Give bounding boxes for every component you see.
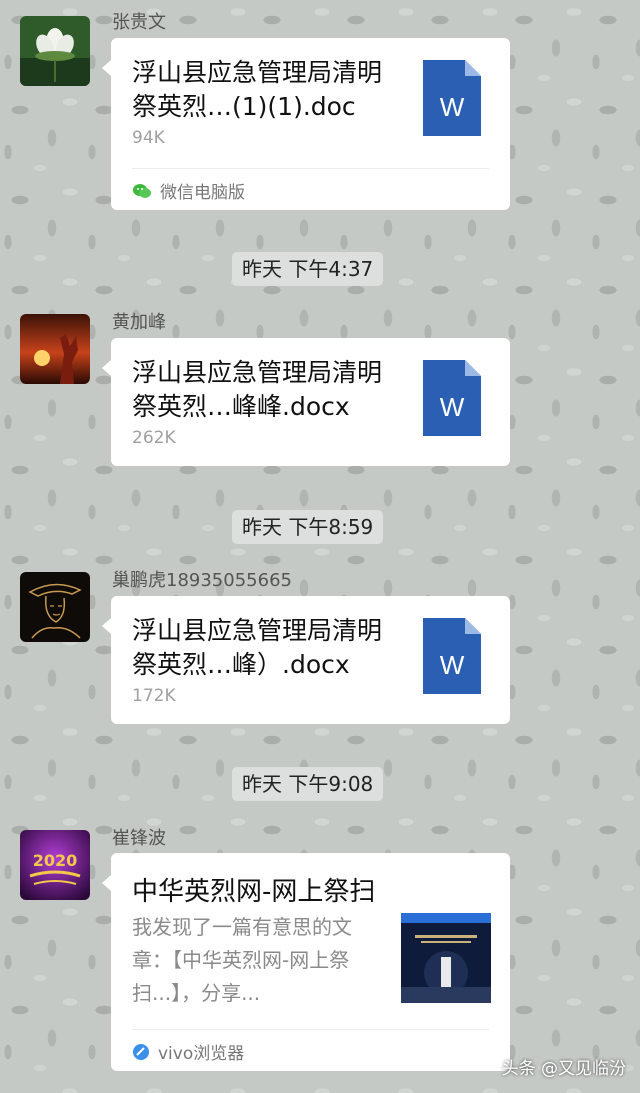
file-name: 浮山县应急管理局清明祭英烈…(1)(1).doc [132,58,383,121]
file-name: 浮山县应急管理局清明祭英烈…峰峰.docx [132,358,383,421]
file-size: 172K [132,686,176,706]
link-description: 我发现了一篇有意思的文章：【中华英烈网-网上祭扫...】，分享... [132,915,352,1005]
sender-name: 崔锋波 [112,828,166,849]
word-icon-letter: W [440,650,465,680]
source-app: vivo浏览器 [132,1039,244,1066]
divider [132,168,489,169]
sender-name: 张贵文 [112,12,166,33]
link-title: 中华英烈网-网上祭扫 [132,877,376,907]
avatar[interactable]: 2020 [20,830,90,900]
wechat-icon [132,183,152,204]
link-thumbnail [401,913,491,1003]
source-label: vivo浏览器 [158,1044,245,1064]
link-message-bubble[interactable]: 中华英烈网-网上祭扫 我发现了一篇有意思的文章：【中华英烈网-网上祭扫...】，… [102,853,510,1071]
word-icon-letter: W [440,392,465,422]
timestamp-chip: 昨天 下午9:08 [232,767,384,801]
sender-name: 巢鹏虎18935055665 [112,570,292,591]
avatar[interactable] [20,314,90,384]
file-name: 浮山县应急管理局清明祭英烈…峰）.docx [132,616,383,679]
file-message-bubble[interactable]: 浮山县应急管理局清明祭英烈…峰）.docx 172K W [102,596,510,724]
word-icon: W [423,618,481,694]
source-label: 微信电脑版 [160,183,245,203]
watermark: 头条 @又见临汾 [501,1059,626,1079]
word-icon: W [423,60,481,136]
timestamp-chip: 昨天 下午4:37 [232,252,384,286]
avatar[interactable] [20,16,90,86]
avatar-text: 2020 [33,851,78,870]
file-size: 262K [132,428,176,448]
sender-name: 黄加峰 [112,312,166,333]
divider [132,1029,489,1030]
word-icon-letter: W [440,92,465,122]
file-message-bubble[interactable]: 浮山县应急管理局清明祭英烈…峰峰.docx 262K W [102,338,510,466]
file-size: 94K [132,128,165,148]
word-icon: W [423,360,481,436]
avatar[interactable] [20,572,90,642]
source-app: 微信电脑版 [132,178,245,204]
vivo-browser-icon [132,1043,150,1066]
file-message-bubble[interactable]: 浮山县应急管理局清明祭英烈…(1)(1).doc 94K W 微信电脑版 [102,38,510,210]
timestamp-chip: 昨天 下午8:59 [232,510,384,544]
